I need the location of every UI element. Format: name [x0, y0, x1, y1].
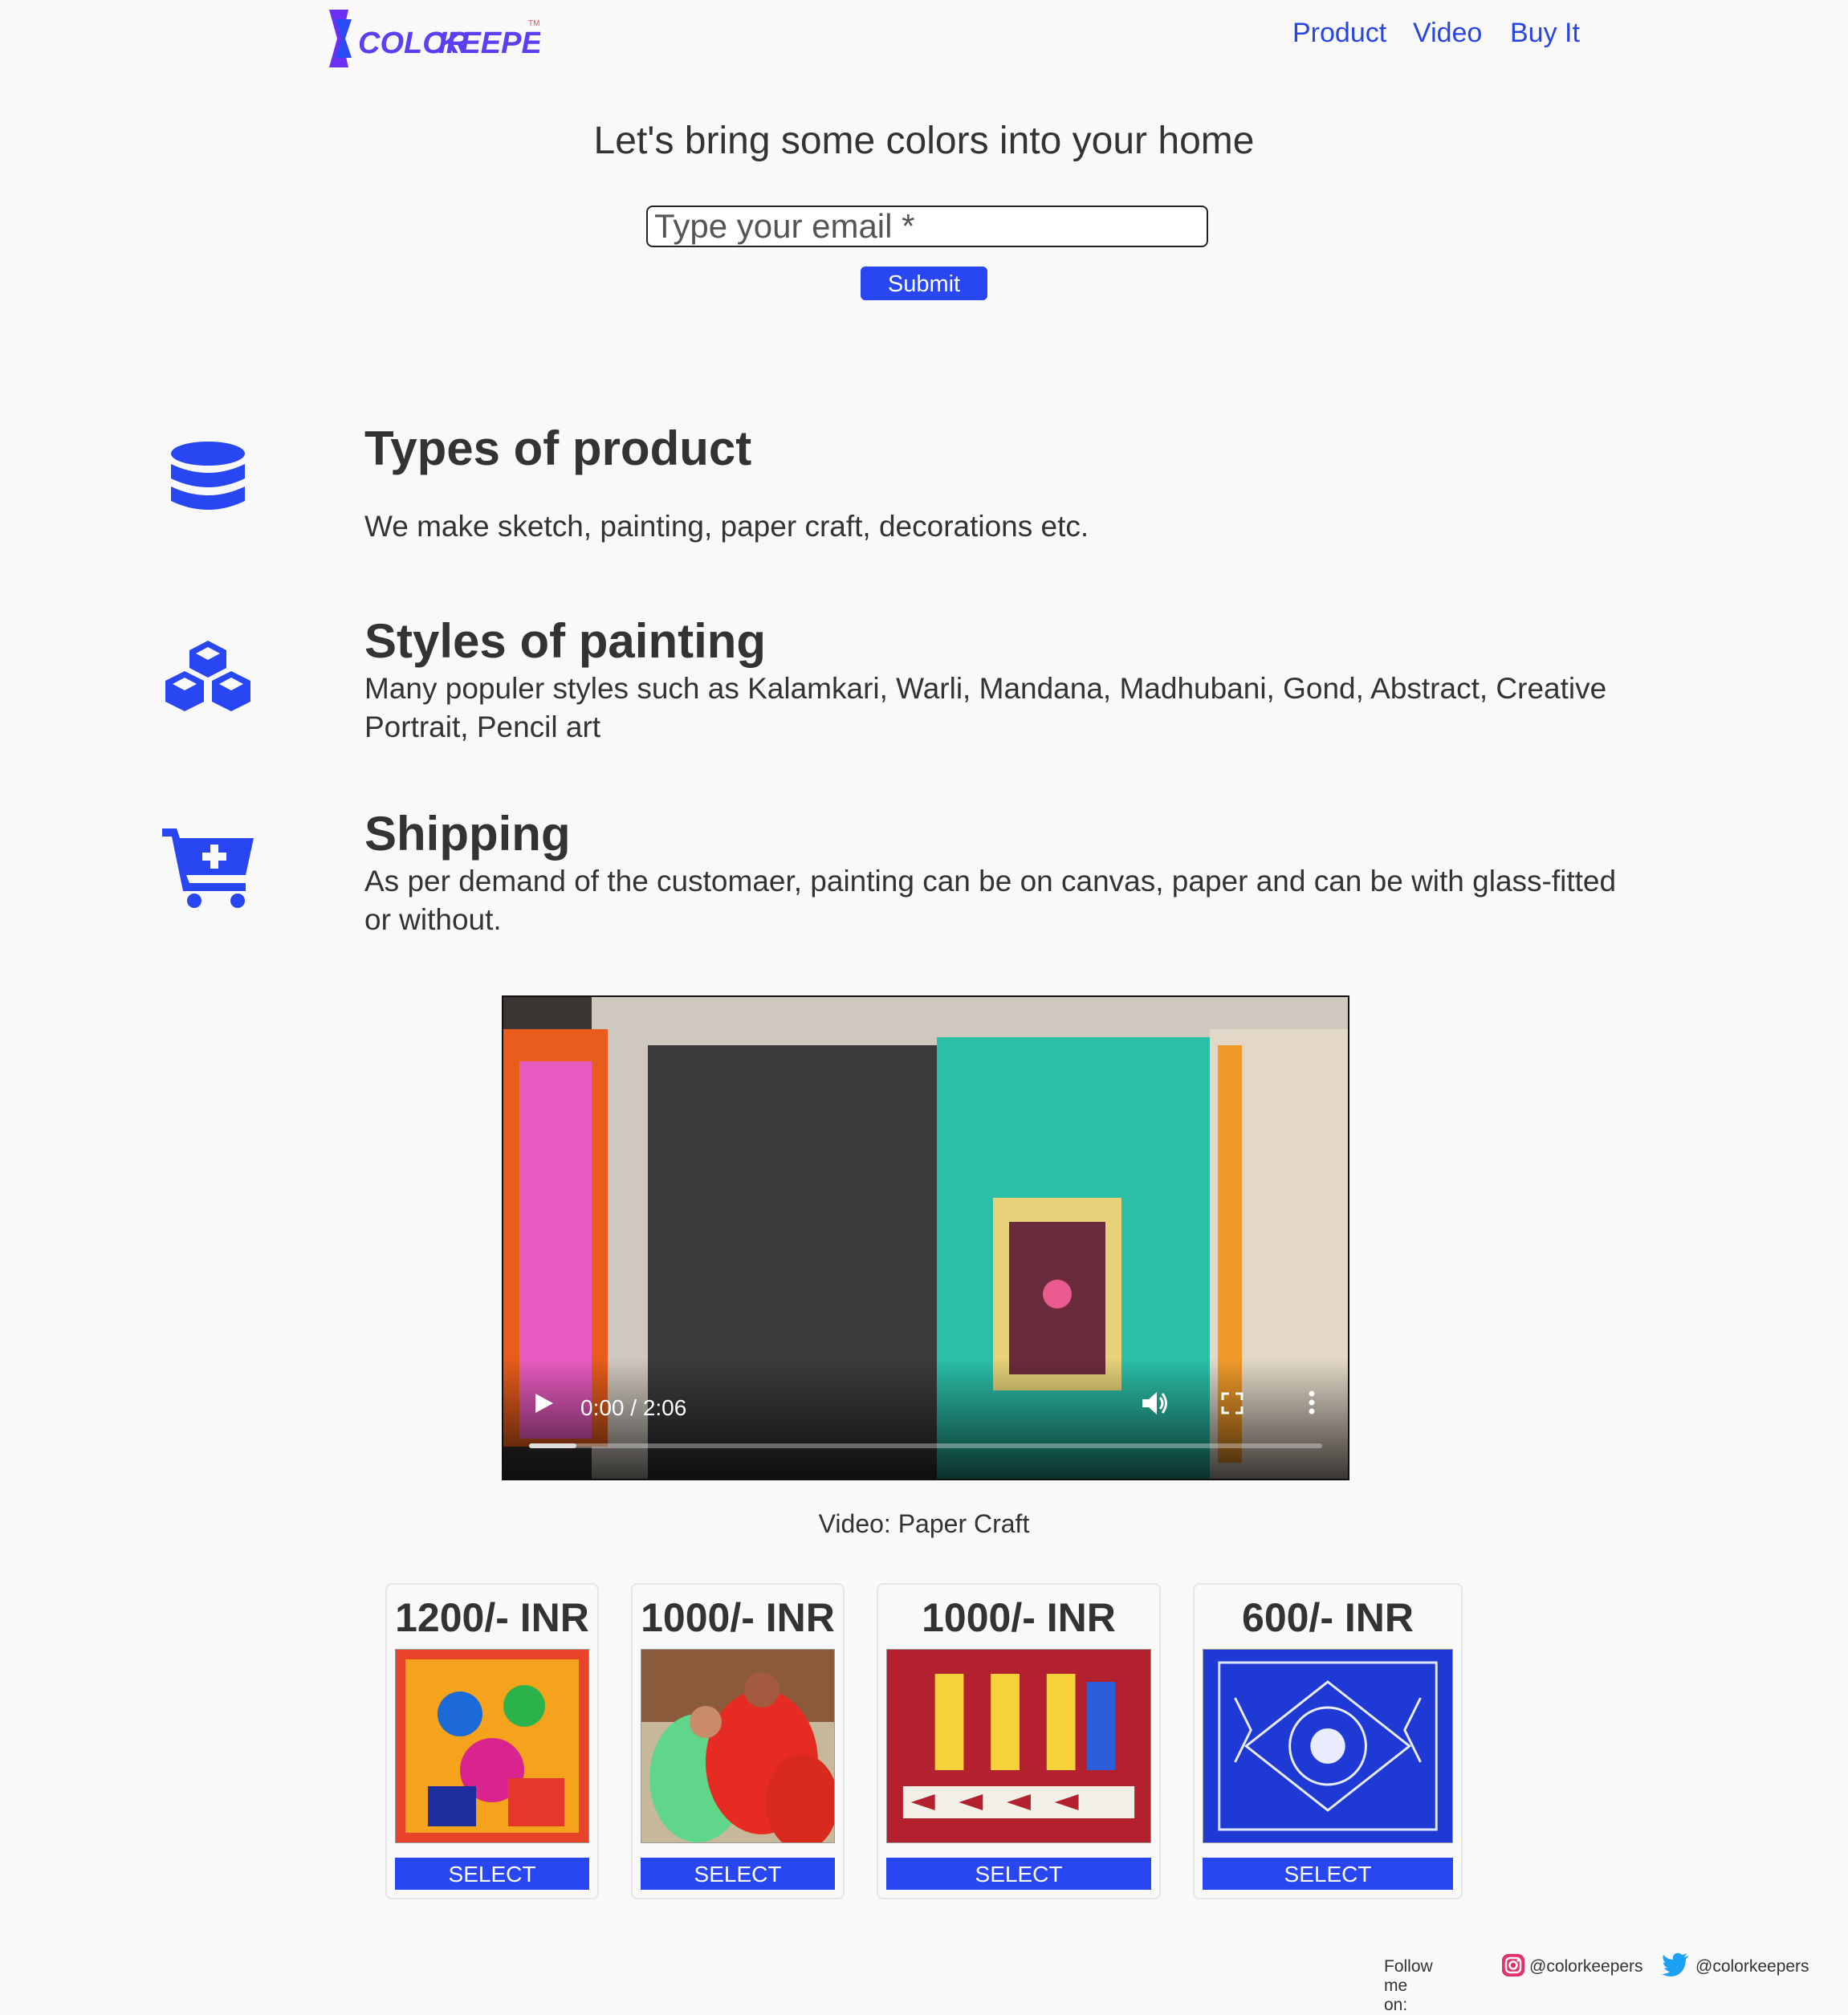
- cubes-icon: [165, 641, 250, 711]
- follow-label: Follow me on:: [1384, 1957, 1433, 2014]
- email-input[interactable]: [646, 206, 1208, 247]
- select-button[interactable]: SELECT: [395, 1858, 589, 1890]
- feature-text: As per demand of the customaer, painting…: [364, 865, 1617, 936]
- product-card: 1200/- INR SELECT: [385, 1583, 599, 1899]
- product-image[interactable]: [641, 1649, 835, 1843]
- product-card: 1000/- INR SELECT: [877, 1583, 1161, 1899]
- product-image[interactable]: [886, 1649, 1151, 1843]
- select-button[interactable]: SELECT: [641, 1858, 835, 1890]
- twitter-icon[interactable]: [1662, 1952, 1689, 1976]
- video-time: 0:00 / 2:06: [580, 1395, 687, 1420]
- feature-title: Types of product: [364, 421, 752, 475]
- video-controls: 0:00 / 2:06: [503, 1358, 1348, 1479]
- instagram-icon[interactable]: [1500, 1952, 1526, 1978]
- nav-link-video[interactable]: Video: [1413, 18, 1482, 49]
- play-icon[interactable]: [534, 1392, 555, 1415]
- volume-icon[interactable]: [1141, 1390, 1170, 1416]
- more-options-icon[interactable]: [1308, 1390, 1316, 1415]
- product-image[interactable]: [1203, 1649, 1453, 1843]
- product-image[interactable]: [395, 1649, 589, 1843]
- feature-text: Many populer styles such as Kalamkari, W…: [364, 672, 1607, 743]
- fullscreen-icon[interactable]: [1221, 1392, 1244, 1415]
- nav-link-product[interactable]: Product: [1292, 18, 1386, 49]
- video-caption: Video: Paper Craft: [818, 1509, 1030, 1538]
- select-button[interactable]: SELECT: [886, 1858, 1151, 1890]
- cart-plus-icon: [162, 828, 254, 908]
- database-icon: [171, 442, 245, 510]
- hero-title: Let's bring some colors into your home: [593, 120, 1255, 162]
- product-price: 600/- INR: [1242, 1595, 1414, 1640]
- select-button[interactable]: SELECT: [1203, 1858, 1453, 1890]
- nav-link-buy-it[interactable]: Buy It: [1510, 18, 1580, 49]
- product-price: 1000/- INR: [641, 1595, 835, 1640]
- instagram-handle[interactable]: @colorkeepers: [1529, 1957, 1643, 1976]
- product-card: 600/- INR SELECT: [1193, 1583, 1463, 1899]
- main-nav: Product Video Buy It: [0, 18, 1848, 58]
- video-progress-fill: [529, 1443, 577, 1448]
- product-price: 1000/- INR: [922, 1595, 1116, 1640]
- video-progress-bar[interactable]: [529, 1443, 1322, 1448]
- video-player[interactable]: 0:00 / 2:06: [502, 995, 1349, 1480]
- twitter-handle[interactable]: @colorkeepers: [1695, 1957, 1809, 1976]
- feature-title: Styles of painting: [364, 614, 767, 668]
- feature-title: Shipping: [364, 807, 571, 861]
- product-price: 1200/- INR: [395, 1595, 589, 1640]
- submit-button[interactable]: Submit: [861, 267, 987, 300]
- feature-text: We make sketch, painting, paper craft, d…: [364, 510, 1089, 543]
- product-card: 1000/- INR SELECT: [631, 1583, 845, 1899]
